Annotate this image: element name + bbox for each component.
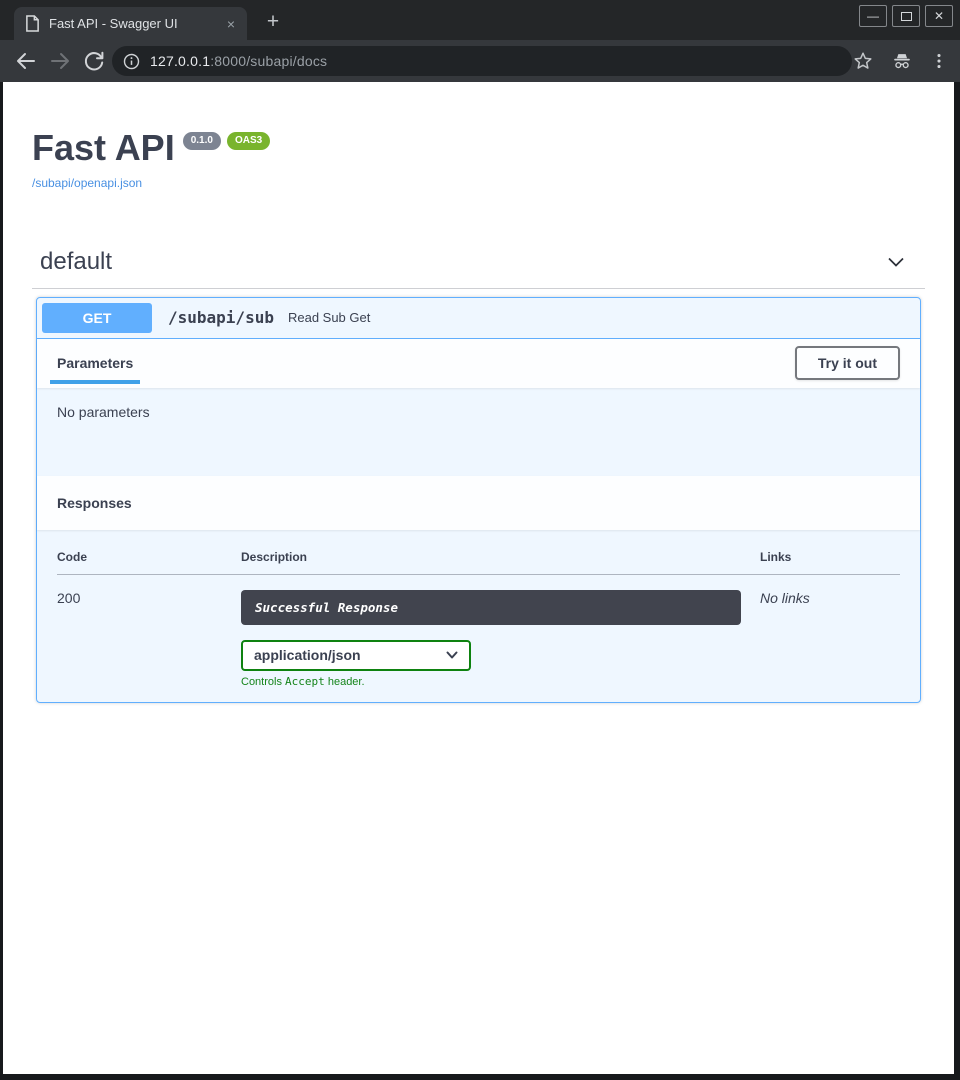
- chevron-down-icon[interactable]: [885, 251, 907, 273]
- browser-toolbar: 127.0.0.1:8000/subapi/docs: [0, 40, 960, 82]
- tag-title: default: [40, 248, 112, 276]
- version-badge: 0.1.0: [183, 132, 221, 150]
- swagger-page: Fast API 0.1.0 OAS3 /subapi/openapi.json…: [3, 82, 954, 1074]
- tag-section-default: default GET /subapi/sub Read Sub Get Par…: [32, 248, 925, 703]
- tab-parameters[interactable]: Parameters: [50, 355, 140, 371]
- opblock-get-subapi-sub: GET /subapi/sub Read Sub Get Parameters …: [36, 297, 921, 703]
- http-method-badge: GET: [42, 303, 152, 333]
- address-bar[interactable]: 127.0.0.1:8000/subapi/docs: [112, 46, 852, 76]
- col-header-code: Code: [57, 550, 241, 575]
- operation-summary[interactable]: GET /subapi/sub Read Sub Get: [37, 298, 920, 339]
- parameters-body: No parameters: [37, 388, 920, 476]
- operation-path: /subapi/sub: [168, 308, 274, 327]
- menu-kebab-icon[interactable]: [928, 50, 950, 72]
- openapi-spec-link[interactable]: /subapi/openapi.json: [32, 176, 142, 190]
- responses-table: Code Description Links 200 Successful Re…: [57, 550, 900, 688]
- col-header-description: Description: [241, 550, 760, 575]
- window-controls: — ✕: [859, 5, 953, 27]
- response-links: No links: [760, 574, 900, 688]
- api-info: Fast API 0.1.0 OAS3 /subapi/openapi.json: [32, 129, 925, 192]
- accept-note-prefix: Controls: [241, 676, 285, 688]
- tab-strip: Fast API - Swagger UI × + — ✕: [0, 0, 960, 40]
- tab-title: Fast API - Swagger UI: [49, 16, 223, 31]
- try-it-out-button[interactable]: Try it out: [795, 346, 900, 380]
- operation-summary-text: Read Sub Get: [288, 310, 370, 325]
- response-description-cell: Successful Response application/json Con…: [241, 574, 760, 688]
- incognito-icon: [891, 50, 913, 72]
- accept-note-code: Accept: [285, 675, 325, 688]
- url-host: 127.0.0.1: [150, 53, 210, 69]
- parameters-header: Parameters Try it out: [37, 339, 920, 388]
- minimize-button[interactable]: —: [859, 5, 887, 27]
- close-button[interactable]: ✕: [925, 5, 953, 27]
- site-info-icon[interactable]: [123, 53, 140, 70]
- bookmark-star-icon[interactable]: [852, 50, 874, 72]
- accept-header-note: Controls Accept header.: [241, 675, 760, 688]
- media-type-value: application/json: [254, 647, 361, 663]
- response-code: 200: [57, 574, 241, 688]
- new-tab-button[interactable]: +: [259, 10, 287, 36]
- col-header-links: Links: [760, 550, 900, 575]
- tag-header[interactable]: default: [32, 248, 925, 289]
- maximize-icon: [901, 12, 912, 21]
- select-chevron-icon: [445, 648, 459, 662]
- oas3-badge: OAS3: [227, 132, 270, 150]
- maximize-button[interactable]: [892, 5, 920, 27]
- page-title: Fast API: [32, 129, 175, 167]
- media-type-select[interactable]: application/json: [241, 640, 471, 671]
- page-favicon-icon: [25, 15, 40, 32]
- parameters-tab-label: Parameters: [57, 355, 133, 371]
- responses-title: Responses: [57, 495, 132, 511]
- forward-icon[interactable]: [48, 49, 72, 73]
- response-description: Successful Response: [241, 590, 741, 625]
- responses-body: Code Description Links 200 Successful Re…: [37, 530, 920, 702]
- back-icon[interactable]: [14, 49, 38, 73]
- accept-note-suffix: header.: [325, 676, 365, 688]
- tab-close-icon[interactable]: ×: [223, 15, 239, 33]
- url-path: :8000/subapi/docs: [210, 53, 327, 69]
- table-row: 200 Successful Response application/json: [57, 574, 900, 688]
- no-parameters-text: No parameters: [57, 404, 150, 420]
- url-text[interactable]: 127.0.0.1:8000/subapi/docs: [150, 53, 327, 69]
- browser-window: Fast API - Swagger UI × + — ✕: [0, 0, 960, 1080]
- reload-icon[interactable]: [82, 49, 106, 73]
- responses-header: Responses: [37, 476, 920, 530]
- browser-tab[interactable]: Fast API - Swagger UI ×: [14, 7, 247, 40]
